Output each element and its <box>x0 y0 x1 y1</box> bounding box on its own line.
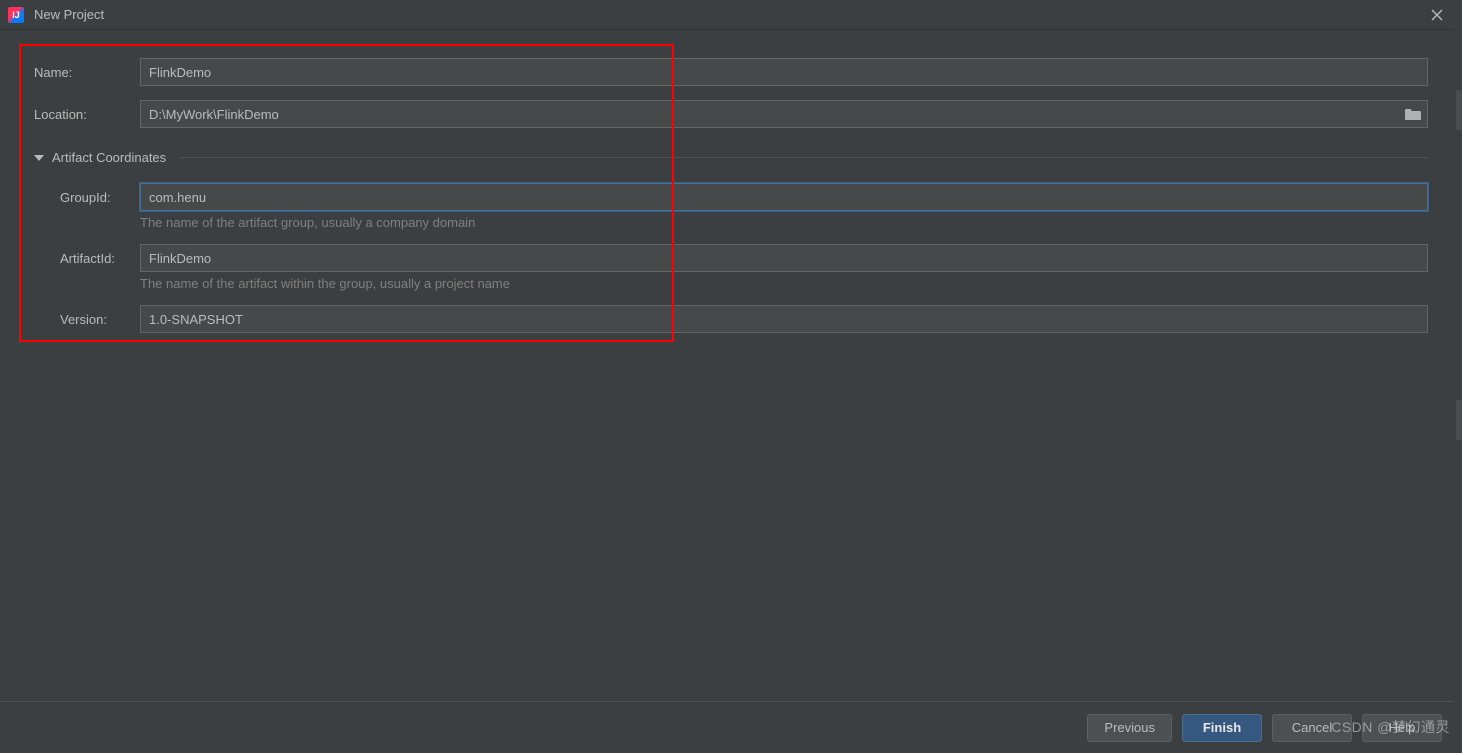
help-button[interactable]: Help <box>1362 714 1442 742</box>
chevron-down-icon <box>34 155 44 161</box>
window-title: New Project <box>34 7 104 22</box>
edge-marker <box>1456 400 1462 440</box>
name-input[interactable] <box>140 58 1428 86</box>
name-label: Name: <box>34 65 140 80</box>
dialog-footer: Previous Finish Cancel Help <box>0 701 1462 753</box>
artifact-id-row: ArtifactId: <box>34 244 1428 272</box>
artifact-id-label: ArtifactId: <box>34 251 140 266</box>
edge-marker <box>1456 90 1462 130</box>
close-button[interactable] <box>1428 6 1446 24</box>
folder-icon <box>1404 107 1422 121</box>
intellij-icon: IJ <box>8 7 24 23</box>
cancel-button[interactable]: Cancel <box>1272 714 1352 742</box>
location-row: Location: <box>34 100 1428 128</box>
group-id-row: GroupId: <box>34 183 1428 211</box>
version-input[interactable] <box>140 305 1428 333</box>
artifact-id-hint: The name of the artifact within the grou… <box>140 276 1428 291</box>
finish-button[interactable]: Finish <box>1182 714 1262 742</box>
name-row: Name: <box>34 58 1428 86</box>
close-icon <box>1431 9 1443 21</box>
titlebar: IJ New Project <box>0 0 1462 30</box>
browse-button[interactable] <box>1404 107 1422 121</box>
location-label: Location: <box>34 107 140 122</box>
section-divider <box>180 157 1428 158</box>
location-input[interactable] <box>140 100 1428 128</box>
previous-button[interactable]: Previous <box>1087 714 1172 742</box>
group-id-hint: The name of the artifact group, usually … <box>140 215 1428 230</box>
artifact-section-title: Artifact Coordinates <box>52 150 166 165</box>
version-label: Version: <box>34 312 140 327</box>
artifact-id-input[interactable] <box>140 244 1428 272</box>
version-row: Version: <box>34 305 1428 333</box>
group-id-label: GroupId: <box>34 190 140 205</box>
dialog-content: Name: Location: Artifact Coordinates Gro… <box>0 30 1462 701</box>
window-edge <box>1454 0 1462 753</box>
artifact-coordinates-toggle[interactable]: Artifact Coordinates <box>34 150 1428 165</box>
group-id-input[interactable] <box>140 183 1428 211</box>
